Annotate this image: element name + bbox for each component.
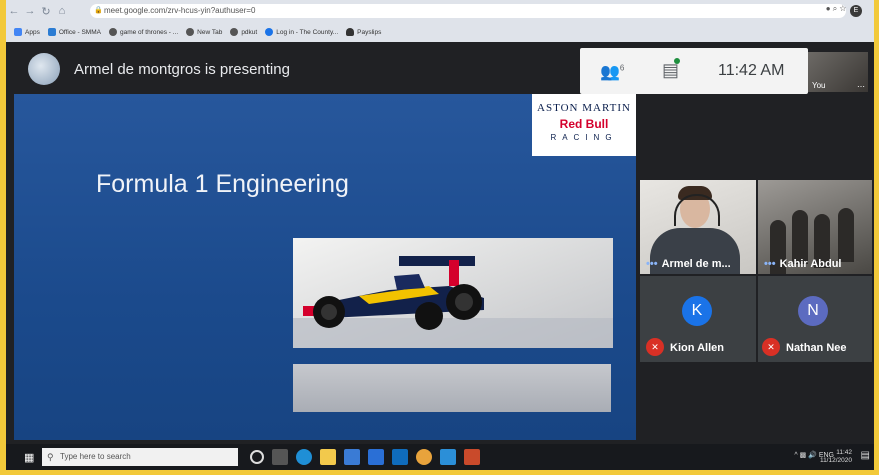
browser-chrome: ← → ↻ ⌂ 🔒 meet.google.com/zrv-hcus-yin?a… — [6, 0, 874, 42]
presenter-avatar — [28, 53, 60, 85]
meet-window: Armel de montgros is presenting 👥6 ▤ 11:… — [6, 42, 874, 444]
bookmark-apps[interactable]: Apps — [14, 28, 40, 36]
headset-icon — [674, 194, 720, 226]
pinned-apps — [250, 449, 488, 465]
file-explorer-icon[interactable] — [320, 449, 336, 465]
bookmark-got[interactable]: game of thrones - ... — [108, 28, 178, 36]
windows-start-icon[interactable]: ▦ — [24, 451, 34, 464]
mail-icon[interactable] — [368, 449, 384, 465]
monitor-screen: ← → ↻ ⌂ 🔒 meet.google.com/zrv-hcus-yin?a… — [6, 0, 874, 470]
notification-icon[interactable]: ▤ — [861, 450, 870, 461]
outlook-icon[interactable] — [392, 449, 408, 465]
profile-avatar[interactable]: E — [850, 5, 862, 17]
bookmark-pdkut[interactable]: pdkut — [230, 28, 257, 36]
globe-icon — [108, 28, 117, 36]
team-logo: ASTON MARTIN Red Bull RACING — [532, 94, 636, 156]
address-text: meet.google.com/zrv-hcus-yin?authuser=0 — [104, 6, 256, 15]
logo-red-bull: Red Bull — [559, 117, 609, 131]
f1-car-photo — [293, 238, 613, 348]
bookmarks-bar: Apps Office - SMMA game of thrones - ...… — [6, 24, 874, 40]
participant-name: Nathan Nee — [786, 342, 847, 354]
taskbar-clock[interactable]: 11:42 11/12/2020 — [820, 449, 852, 465]
address-bar[interactable]: 🔒 meet.google.com/zrv-hcus-yin?authuser=… — [90, 4, 846, 18]
participant-figure — [838, 208, 854, 262]
omnibox-actions[interactable]: ● ⌕ ☆ — [826, 4, 846, 14]
slide-title: Formula 1 Engineering — [96, 170, 349, 198]
lock-icon: 🔒 — [94, 7, 103, 14]
logo-racing: RACING — [550, 133, 618, 142]
forward-icon[interactable]: → — [22, 5, 38, 17]
top-controls: 👥6 ▤ 11:42 AM — [580, 48, 808, 94]
county-icon — [265, 28, 274, 36]
chrome-icon[interactable] — [416, 449, 432, 465]
store-icon[interactable] — [344, 449, 360, 465]
edge-icon[interactable] — [296, 449, 312, 465]
mic-off-icon: ✕ — [762, 338, 780, 356]
apps-icon — [14, 28, 22, 36]
bookmark-county[interactable]: Log in - The County... — [265, 28, 338, 36]
photos-icon[interactable] — [440, 449, 456, 465]
cortana-icon[interactable] — [250, 450, 264, 464]
participant-tile-kion[interactable]: K ✕ Kion Allen — [640, 276, 756, 362]
participant-name: Kion Allen — [670, 342, 724, 354]
self-view-tile[interactable]: You ⋯ — [808, 52, 868, 92]
person-icon — [346, 28, 355, 36]
people-count: 6 — [619, 63, 625, 73]
participant-name: ••• Armel de m... — [646, 258, 731, 270]
office-icon — [47, 28, 56, 36]
reload-icon[interactable]: ↻ — [38, 5, 54, 18]
audio-indicator-icon: ••• — [764, 258, 776, 270]
people-icon: 👥 — [600, 64, 620, 81]
search-placeholder: Type here to search — [60, 452, 131, 461]
logo-aston-martin: ASTON MARTIN — [537, 102, 631, 114]
url-row: ← → ↻ ⌂ 🔒 meet.google.com/zrv-hcus-yin?a… — [6, 0, 874, 22]
participant-tile-kahir[interactable]: ••• Kahir Abdul — [758, 180, 872, 274]
tray-icons: ^ ▩ 🔊 — [794, 452, 819, 459]
participant-initial: N — [798, 296, 828, 326]
globe-icon — [230, 28, 239, 36]
track-photo — [293, 364, 611, 412]
participant-figure — [792, 210, 808, 264]
globe-icon — [186, 28, 195, 36]
home-icon[interactable]: ⌂ — [54, 5, 70, 17]
f1-car-illustration — [303, 256, 484, 330]
bookmark-office[interactable]: Office - SMMA — [47, 28, 101, 36]
bookmark-payslips[interactable]: Payslips — [346, 28, 381, 36]
clock-time: 11:42 — [836, 449, 852, 456]
participant-tile-armel[interactable]: ••• Armel de m... — [640, 180, 756, 274]
meeting-clock: 11:42 AM — [718, 62, 785, 79]
bookmark-new-tab[interactable]: New Tab — [186, 28, 222, 36]
taskbar-search[interactable]: ⚲ Type here to search — [42, 448, 238, 466]
task-view-icon[interactable] — [272, 449, 288, 465]
more-options-icon[interactable]: ⋯ — [857, 82, 865, 91]
participant-tile-nathan[interactable]: N ✕ Nathan Nee — [758, 276, 872, 362]
back-icon[interactable]: ← — [6, 5, 22, 17]
powerpoint-icon[interactable] — [464, 449, 480, 465]
participant-initial: K — [682, 296, 712, 326]
people-button[interactable]: 👥6 — [600, 62, 624, 82]
windows-taskbar: ▦ ⚲ Type here to search ^ ▩ 🔊 ENG 11:42 … — [6, 444, 874, 470]
chat-button[interactable]: ▤ — [662, 58, 680, 81]
self-label: You — [812, 81, 826, 90]
search-icon: ⚲ — [47, 452, 54, 462]
mic-off-icon: ✕ — [646, 338, 664, 356]
audio-indicator-icon: ••• — [646, 258, 658, 270]
presenting-banner: Armel de montgros is presenting — [74, 61, 290, 78]
participant-name: ••• Kahir Abdul — [764, 258, 842, 270]
presentation-slide: ASTON MARTIN Red Bull RACING Formula 1 E… — [14, 94, 636, 440]
chat-notification-dot — [674, 58, 680, 64]
clock-date: 11/12/2020 — [819, 457, 852, 464]
